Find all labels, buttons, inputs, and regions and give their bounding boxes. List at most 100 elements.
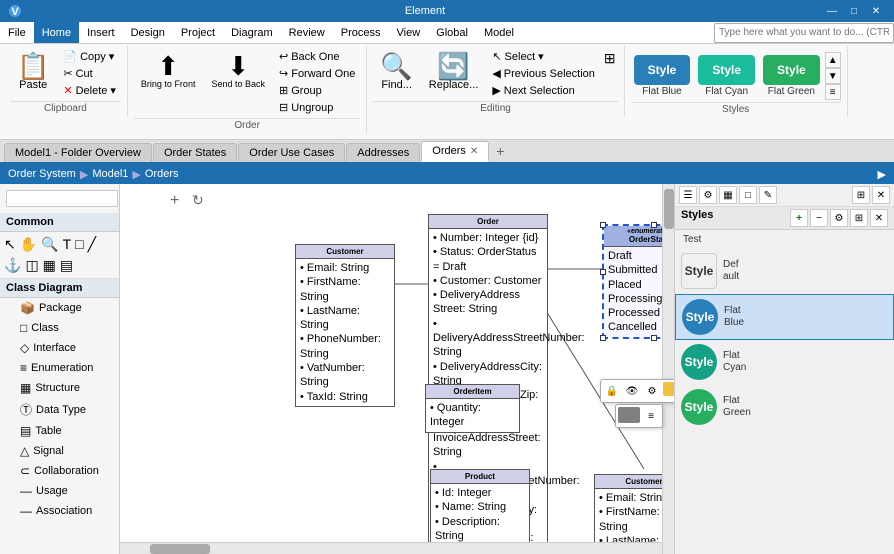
- back-one-button[interactable]: ↩ Back One: [274, 48, 360, 65]
- breadcrumb-order-system[interactable]: Order System: [8, 168, 76, 180]
- tab-order-states[interactable]: Order States: [153, 143, 237, 162]
- styles-more[interactable]: ≡: [825, 84, 841, 100]
- ft2-btn2[interactable]: ≡: [642, 407, 660, 425]
- menu-process[interactable]: Process: [333, 22, 389, 43]
- find-button[interactable]: 🔍 Find...: [373, 48, 419, 96]
- tab-orders[interactable]: Orders ✕: [421, 141, 489, 162]
- style-card-flat-cyan[interactable]: Style FlatCyan: [675, 340, 894, 385]
- tab-addresses[interactable]: Addresses: [346, 143, 420, 162]
- bring-to-front-button[interactable]: ⬆ Bring to Front: [134, 48, 203, 94]
- sidebar-item-structure[interactable]: ▦ Structure: [0, 378, 119, 398]
- ft-settings-btn[interactable]: ⚙: [643, 382, 661, 400]
- rp-expand-btn[interactable]: ⊞: [852, 186, 870, 204]
- tool-pointer[interactable]: ↖: [3, 235, 17, 254]
- style-card-flat-green[interactable]: Style FlatGreen: [675, 385, 894, 430]
- rp-btn-1[interactable]: ☰: [679, 186, 697, 204]
- style-flat-green-button[interactable]: Style: [763, 55, 820, 85]
- cut-button[interactable]: ✂ Cut: [58, 65, 121, 82]
- tool-rect[interactable]: □: [74, 235, 84, 254]
- uml-box-product[interactable]: Product • Id: Integer • Name: String • D…: [430, 469, 530, 546]
- menu-review[interactable]: Review: [281, 22, 333, 43]
- select-button[interactable]: ↖ Select ▾: [487, 48, 600, 65]
- editing-collapse-button[interactable]: ⊞: [602, 48, 618, 69]
- sidebar-item-table[interactable]: ▤ Table: [0, 421, 119, 441]
- rp-btn-3[interactable]: ▦: [719, 186, 737, 204]
- sidebar-section-common[interactable]: Common: [0, 213, 119, 232]
- sidebar-search-input[interactable]: [6, 190, 118, 207]
- style-card-default-btn[interactable]: Style: [681, 253, 717, 289]
- horizontal-scrollbar[interactable]: [120, 542, 662, 554]
- canvas-rotate-icon[interactable]: ↻: [192, 192, 204, 209]
- rp-btn-5[interactable]: ✎: [759, 186, 777, 204]
- style-flat-blue-button[interactable]: Style: [634, 55, 691, 85]
- ft2-btn1[interactable]: [618, 407, 640, 423]
- tab-folder-overview[interactable]: Model1 - Folder Overview: [4, 143, 152, 162]
- ungroup-button[interactable]: ⊟ Ungroup: [274, 99, 360, 116]
- style-card-flat-blue[interactable]: Style FlatBlue: [675, 294, 894, 340]
- menu-model[interactable]: Model: [476, 22, 522, 43]
- delete-button[interactable]: ✕ Delete ▾: [58, 82, 121, 99]
- tab-order-use-cases[interactable]: Order Use Cases: [238, 143, 345, 162]
- style-flat-cyan-button[interactable]: Style: [698, 55, 755, 85]
- menu-home[interactable]: Home: [34, 22, 79, 43]
- ribbon-search-input[interactable]: [714, 23, 894, 43]
- rp-btn-4[interactable]: □: [739, 186, 757, 204]
- handle-tl[interactable]: [600, 222, 606, 228]
- replace-button[interactable]: 🔄 Replace...: [422, 48, 486, 96]
- tool-move[interactable]: ✋: [19, 235, 38, 254]
- sidebar-item-association[interactable]: — Association: [0, 501, 119, 521]
- styles-collapse-btn[interactable]: ⊞: [850, 209, 868, 227]
- styles-settings-btn[interactable]: ⚙: [830, 209, 848, 227]
- copy-button[interactable]: 📄 Copy ▾: [58, 48, 121, 65]
- menu-design[interactable]: Design: [123, 22, 173, 43]
- menu-project[interactable]: Project: [173, 22, 223, 43]
- maximize-button[interactable]: □: [844, 3, 864, 19]
- ft-eye-btn[interactable]: 👁: [623, 382, 641, 400]
- styles-add-btn[interactable]: +: [790, 209, 808, 227]
- canvas-add-icon[interactable]: +: [170, 192, 179, 210]
- style-card-default[interactable]: Style Default: [675, 249, 894, 294]
- tool-text[interactable]: T: [62, 235, 73, 254]
- ft-color-btn[interactable]: [663, 382, 674, 396]
- handle-bm[interactable]: [651, 335, 657, 341]
- rp-btn-2[interactable]: ⚙: [699, 186, 717, 204]
- menu-global[interactable]: Global: [428, 22, 476, 43]
- tool-shape3[interactable]: ▤: [59, 256, 74, 275]
- styles-scroll-down[interactable]: ▼: [825, 68, 841, 84]
- tool-line[interactable]: ╱: [87, 235, 97, 254]
- sidebar-item-signal[interactable]: △ Signal: [0, 441, 119, 461]
- close-button[interactable]: ✕: [866, 3, 886, 19]
- menu-insert[interactable]: Insert: [79, 22, 123, 43]
- sidebar-item-interface[interactable]: ◇ Interface: [0, 338, 119, 358]
- handle-bl[interactable]: [600, 335, 606, 341]
- tool-shape2[interactable]: ▦: [42, 256, 57, 275]
- handle-tm[interactable]: [651, 222, 657, 228]
- breadcrumb-orders[interactable]: Orders: [145, 168, 179, 180]
- minimize-button[interactable]: —: [822, 3, 842, 19]
- sidebar-item-usage[interactable]: — Usage: [0, 481, 119, 501]
- next-selection-button[interactable]: ▶ Next Selection: [487, 82, 600, 99]
- vertical-scrollbar[interactable]: [662, 184, 674, 554]
- sidebar-item-class[interactable]: □ Class: [0, 318, 119, 338]
- paste-button[interactable]: 📋 Paste: [10, 48, 56, 96]
- styles-del-btn[interactable]: −: [810, 209, 828, 227]
- hscroll-thumb[interactable]: [150, 544, 210, 554]
- styles-close-btn[interactable]: ✕: [870, 209, 888, 227]
- rp-close-btn[interactable]: ✕: [872, 186, 890, 204]
- tab-orders-close[interactable]: ✕: [470, 146, 478, 157]
- tab-add-button[interactable]: +: [490, 140, 510, 162]
- canvas-area[interactable]: + ↻ Customer • Email: String • FirstName…: [120, 184, 674, 554]
- style-card-flat-cyan-btn[interactable]: Style: [681, 344, 717, 380]
- previous-selection-button[interactable]: ◀ Previous Selection: [487, 65, 600, 82]
- menu-view[interactable]: View: [389, 22, 429, 43]
- sidebar-section-class-diagram[interactable]: Class Diagram: [0, 279, 119, 298]
- styles-scroll-up[interactable]: ▲: [825, 52, 841, 68]
- handle-ml[interactable]: [600, 269, 606, 275]
- uml-box-customer-top[interactable]: Customer • Email: String • FirstName: St…: [295, 244, 395, 407]
- ft-lock-btn[interactable]: 🔒: [603, 382, 621, 400]
- menu-file[interactable]: File: [0, 22, 34, 43]
- sidebar-item-collaboration[interactable]: ⊂ Collaboration: [0, 461, 119, 481]
- menu-diagram[interactable]: Diagram: [223, 22, 281, 43]
- vscroll-thumb[interactable]: [664, 189, 674, 229]
- sidebar-item-data-type[interactable]: Ⓣ Data Type: [0, 398, 119, 421]
